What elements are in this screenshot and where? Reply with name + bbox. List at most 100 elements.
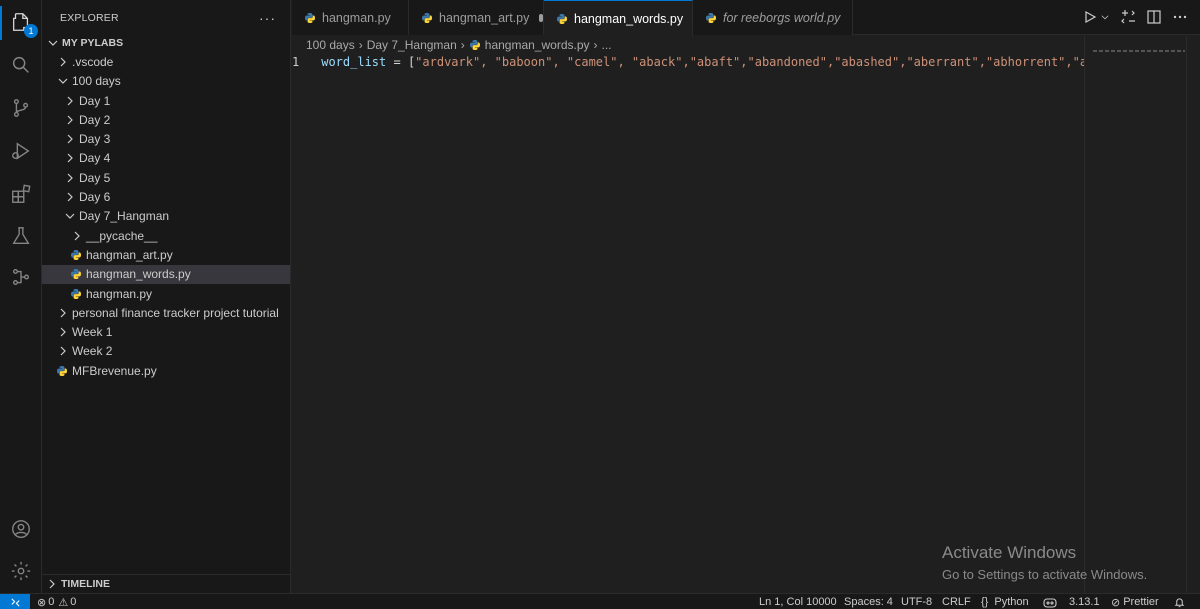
python-file-icon [70,249,82,261]
chevron-right-icon [63,151,77,165]
chevron-right-icon: › [460,38,465,52]
timeline-section[interactable]: TIMELINE [42,574,290,593]
run-icon[interactable] [1082,9,1098,25]
remote-indicator[interactable] [0,594,30,609]
tree-item-label: Week 1 [72,325,113,340]
end-of-line[interactable]: CRLF [942,594,971,609]
cursor-position[interactable]: Ln 1, Col 10000 [759,594,837,609]
workspace-section-header[interactable]: MY PYLABS [42,33,290,52]
tree-file[interactable]: hangman_words.py [42,264,290,284]
code-content[interactable]: word_list = ["ardvark", "baboon", "camel… [321,55,1084,69]
chevron-right-icon [45,577,59,591]
python-interpreter[interactable]: 3.13.1 [1069,594,1100,609]
chevron-right-icon: › [593,38,598,52]
breadcrumb-item[interactable]: Day 7_Hangman [367,38,457,52]
activity-bar: 1 [0,0,42,593]
tab-hangman-words[interactable]: hangman_words.py ✕ [544,0,702,36]
python-file-icon [421,12,433,24]
python-file-icon [556,13,568,25]
tree-item-label: personal finance tracker project tutoria… [72,305,279,320]
tab-label: hangman.py [322,10,391,25]
tree-folder[interactable]: Day 2 [42,110,290,129]
explorer-header: EXPLORER ··· [42,0,290,36]
warning-count: 0 [70,596,77,608]
tree-folder[interactable]: .vscode [42,52,290,71]
breadcrumb-item[interactable]: 100 days [306,38,355,52]
tree-item-label: Week 2 [72,344,113,359]
error-icon: ⊗ [37,596,47,609]
tree-folder[interactable]: Day 5 [42,168,290,187]
language-mode[interactable]: {} Python [981,594,1029,609]
run-debug-icon[interactable] [9,139,33,163]
tab-reeborgs-world[interactable]: for reeborgs world.py [693,0,853,35]
prettier-status[interactable]: ⊘ Prettier [1111,594,1159,609]
tree-folder[interactable]: Day 6 [42,187,290,206]
tree-item-label: 100 days [72,74,121,89]
tree-file[interactable]: hangman_art.py [42,245,290,264]
tree-folder[interactable]: Week 2 [42,342,290,361]
source-control-icon[interactable] [9,96,33,120]
python-file-icon [469,39,481,51]
breadcrumb-item[interactable]: hangman_words.py [485,38,590,52]
tree-item-label: Day 7_Hangman [79,209,170,224]
tree-folder[interactable]: Week 1 [42,322,290,341]
unsaved-dot-icon[interactable] [539,13,543,22]
compare-changes-icon[interactable] [1120,9,1136,25]
editor-actions [1082,9,1188,25]
line-number: 1 [292,54,300,69]
testing-icon[interactable] [9,224,33,248]
chevron-right-icon [63,132,77,146]
code-operator: = [ [386,54,416,69]
explorer-sidebar: EXPLORER ··· MY PYLABS .vscode 100 days Da… [42,0,291,593]
tree-folder[interactable]: Day 3 [42,129,290,148]
remote-explorer-icon[interactable] [9,265,33,289]
tab-hangman[interactable]: hangman.py [292,0,409,35]
tree-folder[interactable]: Day 1 [42,91,290,110]
more-actions-icon[interactable]: ··· [259,10,276,26]
chevron-right-icon [63,94,77,108]
tree-folder[interactable]: Day 4 [42,149,290,168]
python-file-icon [56,365,68,377]
account-icon[interactable] [9,517,33,541]
copilot-icon[interactable] [1043,594,1057,609]
watermark-subtitle: Go to Settings to activate Windows. [942,567,1148,582]
minimap[interactable] [1084,36,1186,593]
indentation[interactable]: Spaces: 4 [844,594,893,609]
tree-file[interactable]: MFBrevenue.py [42,361,290,380]
chevron-right-icon [63,190,77,204]
tab-hangman-art[interactable]: hangman_art.py [409,0,544,35]
search-icon[interactable] [9,53,33,77]
notifications-bell-icon[interactable] [1174,594,1185,609]
minimap-line [1093,50,1185,52]
chevron-down-icon [56,74,70,88]
encoding[interactable]: UTF-8 [901,594,932,609]
error-count: 0 [48,596,55,608]
chevron-down-icon [63,209,77,223]
chevron-right-icon [63,113,77,127]
tree-item-label: Day 5 [79,170,111,185]
tree-item-label: Day 1 [79,93,111,108]
tree-folder[interactable]: personal finance tracker project tutoria… [42,303,290,322]
problems-indicator[interactable]: ⊗ 0 ⚠ 0 [37,594,76,609]
activate-windows-watermark: Activate Windows Go to Settings to activ… [942,543,1147,582]
breadcrumb-item[interactable]: ... [602,38,612,52]
tree-folder[interactable]: 100 days [42,72,290,91]
tree-folder[interactable]: Day 7_Hangman [42,207,290,226]
extensions-icon[interactable] [9,182,33,206]
code-line[interactable]: 1 word_list = ["ardvark", "baboon", "cam… [292,52,1084,71]
chevron-right-icon [56,325,70,339]
language-label: Python [994,596,1029,608]
prettier-disabled-icon: ⊘ [1111,596,1121,609]
split-editor-icon[interactable] [1146,9,1162,25]
tree-item-label: MFBrevenue.py [72,363,157,378]
chevron-down-icon[interactable] [1100,9,1110,25]
tree-folder[interactable]: __pycache__ [42,226,290,245]
python-file-icon [705,12,717,24]
editor-area: hangman.py hangman_art.py hangman_words.… [292,0,1200,593]
active-indicator [0,6,2,40]
tree-file[interactable]: hangman.py [42,284,290,303]
tree-item-label: .vscode [72,54,114,69]
settings-gear-icon[interactable] [9,559,33,583]
more-actions-icon[interactable] [1172,9,1188,25]
vertical-scrollbar[interactable] [1186,36,1200,593]
